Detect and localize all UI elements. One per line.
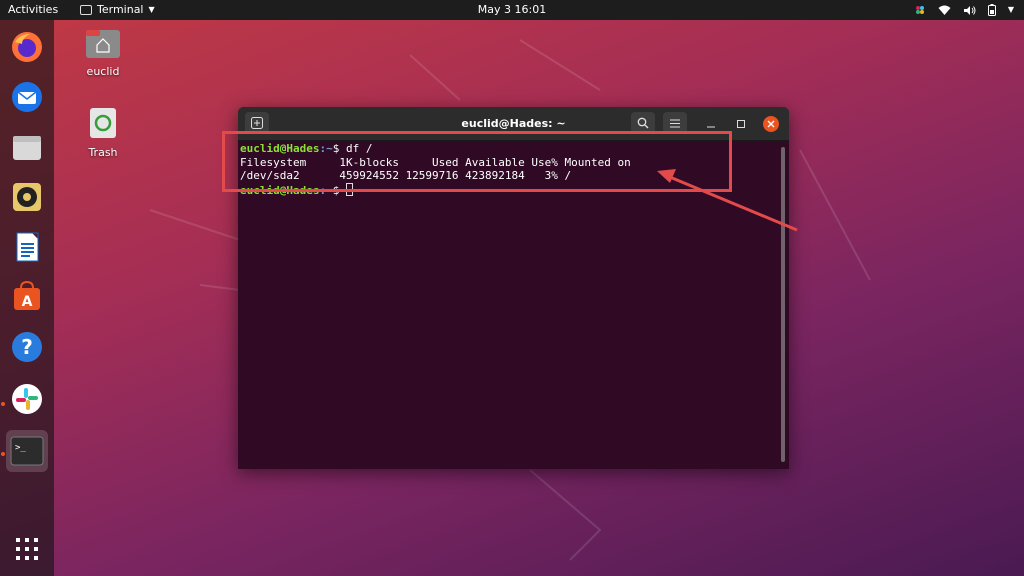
app-menu-label: Terminal [97,3,144,16]
maximize-icon [737,120,745,128]
desktop-trash-label: Trash [88,146,118,159]
document-icon [16,232,39,262]
svg-text:>_: >_ [15,443,26,453]
battery-icon[interactable] [987,4,996,16]
app-grid-icon [16,538,38,560]
chevron-down-icon[interactable]: ▼ [1008,0,1014,20]
clock[interactable]: May 3 16:01 [478,3,546,16]
hamburger-menu-icon [670,119,680,127]
close-button[interactable] [763,116,779,132]
help-icon: ? [12,332,42,362]
desktop-trash[interactable]: Trash [73,106,133,159]
dock-help[interactable]: ? [6,326,48,368]
wifi-icon[interactable] [938,5,951,16]
minimize-icon [707,126,715,128]
annotation-highlight-box [222,131,732,192]
slack-tray-icon[interactable] [914,4,926,16]
dock-rhythmbox[interactable] [6,176,48,218]
dock-files[interactable] [6,126,48,168]
running-indicator [1,452,5,456]
show-applications-button[interactable] [6,528,48,570]
minimize-button[interactable] [703,116,719,132]
software-store-icon: A [14,280,40,310]
activities-button[interactable]: Activities [8,0,58,20]
chevron-down-icon: ▼ [148,5,155,14]
app-menu[interactable]: Terminal ▼ [80,0,155,20]
new-tab-icon [251,117,263,129]
dock: A ? >_ [0,20,54,576]
firefox-icon [12,32,42,62]
svg-text:?: ? [21,335,33,359]
rhythmbox-icon [13,183,41,211]
scrollbar[interactable] [781,147,785,462]
home-folder-icon [86,30,120,58]
trash-icon [90,108,116,138]
svg-text:A: A [22,294,33,310]
top-bar: Activities Terminal ▼ May 3 16:01 ▼ [0,0,1024,20]
desktop-home-label: euclid [86,65,120,78]
dock-terminal[interactable]: >_ [6,430,48,472]
terminal-icon: >_ [10,436,44,466]
dock-slack[interactable] [6,378,48,420]
slack-icon [12,384,42,414]
volume-icon[interactable] [963,5,976,16]
close-icon [767,120,775,128]
dock-writer[interactable] [6,226,48,268]
dock-software[interactable]: A [6,276,48,318]
terminal-icon [80,5,92,15]
thunderbird-icon [12,82,42,112]
desktop-home-folder[interactable]: euclid [73,27,133,78]
system-tray[interactable]: ▼ [914,0,1014,20]
dock-firefox[interactable] [6,26,48,68]
files-icon [13,136,41,160]
search-icon [637,117,649,129]
dock-thunderbird[interactable] [6,76,48,118]
maximize-button[interactable] [733,116,749,132]
running-indicator [1,402,5,406]
